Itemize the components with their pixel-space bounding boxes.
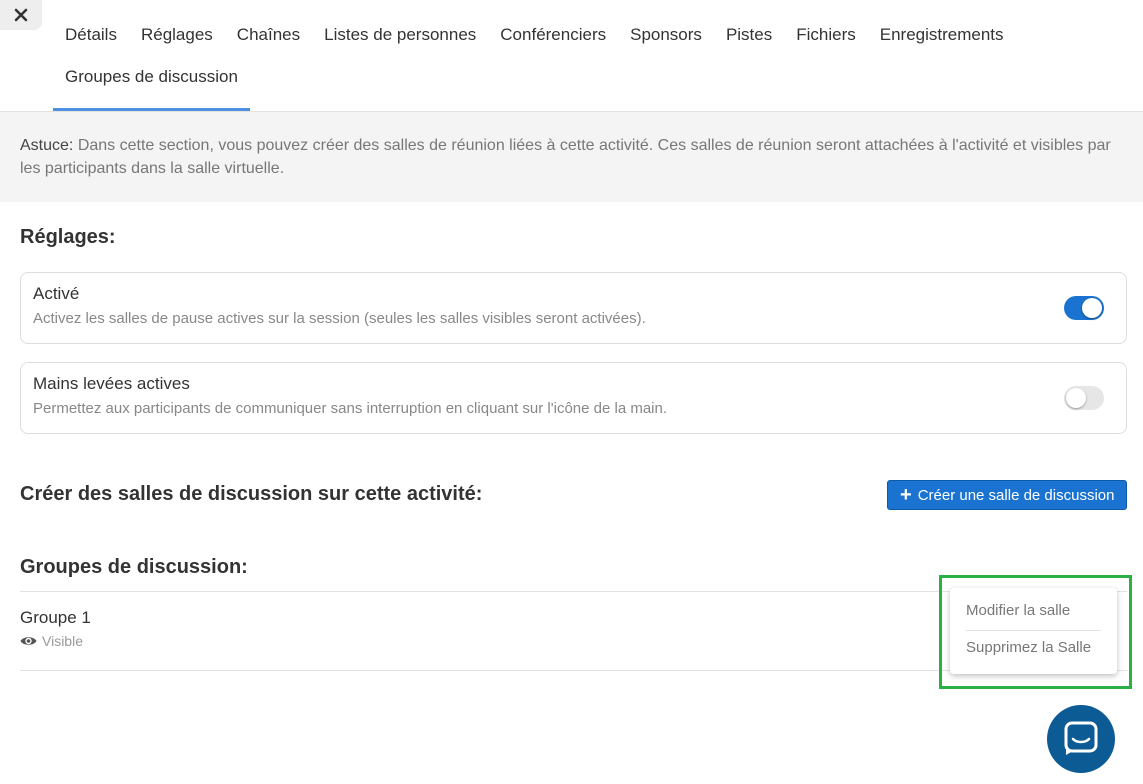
eye-icon bbox=[20, 637, 37, 645]
tab-files[interactable]: Fichiers bbox=[784, 0, 868, 49]
tab-discussion-groups[interactable]: Groupes de discussion bbox=[53, 49, 250, 111]
tab-channels[interactable]: Chaînes bbox=[225, 0, 312, 49]
setting-title: Activé bbox=[33, 284, 80, 303]
settings-title: Réglages: bbox=[20, 226, 116, 248]
edit-room-item[interactable]: Modifier la salle bbox=[966, 588, 1101, 630]
create-title: Créer des salles de discussion sur cette… bbox=[20, 483, 483, 505]
group-visibility: Visible bbox=[20, 633, 83, 649]
enabled-toggle[interactable] bbox=[1064, 296, 1104, 320]
tab-bar: Détails Réglages Chaînes Listes de perso… bbox=[53, 0, 1143, 111]
close-icon bbox=[14, 8, 28, 22]
setting-card-raised-hands: Mains levées actives Permettez aux parti… bbox=[20, 362, 1127, 434]
tab-row-2: Groupes de discussion bbox=[53, 49, 1143, 111]
create-room-button[interactable]: + Créer une salle de discussion bbox=[887, 480, 1127, 510]
toggle-knob bbox=[1066, 388, 1086, 408]
tip-text: Dans cette section, vous pouvez créer de… bbox=[20, 137, 1111, 177]
tip-prefix: Astuce: bbox=[20, 137, 74, 154]
setting-title: Mains levées actives bbox=[33, 374, 190, 393]
tab-settings[interactable]: Réglages bbox=[129, 0, 225, 49]
create-room-label: Créer une salle de discussion bbox=[917, 486, 1115, 504]
setting-card-enabled: Activé Activez les salles de pause activ… bbox=[20, 272, 1127, 344]
tab-speakers[interactable]: Conférenciers bbox=[488, 0, 618, 49]
tab-people-lists[interactable]: Listes de personnes bbox=[312, 0, 488, 49]
tab-details[interactable]: Détails bbox=[53, 0, 129, 49]
tab-tracks[interactable]: Pistes bbox=[714, 0, 784, 49]
delete-room-item[interactable]: Supprimez la Salle bbox=[966, 631, 1101, 673]
chat-icon bbox=[1064, 721, 1098, 755]
chat-launcher-button[interactable] bbox=[1047, 705, 1115, 773]
tip-banner: Astuce: Dans cette section, vous pouvez … bbox=[0, 112, 1143, 202]
setting-description: Activez les salles de pause actives sur … bbox=[33, 310, 646, 327]
visibility-label: Visible bbox=[42, 633, 83, 649]
toggle-knob bbox=[1082, 298, 1102, 318]
group-name: Groupe 1 bbox=[20, 608, 91, 627]
setting-description: Permettez aux participants de communique… bbox=[33, 400, 668, 417]
tab-recordings[interactable]: Enregistrements bbox=[868, 0, 1016, 49]
raised-hands-toggle[interactable] bbox=[1064, 386, 1104, 410]
groups-title: Groupes de discussion: bbox=[20, 556, 248, 578]
room-context-menu: Modifier la salle Supprimez la Salle bbox=[950, 588, 1117, 674]
tab-row: Détails Réglages Chaînes Listes de perso… bbox=[53, 0, 1143, 49]
tab-sponsors[interactable]: Sponsors bbox=[618, 0, 714, 49]
close-button[interactable] bbox=[0, 0, 42, 30]
plus-icon: + bbox=[900, 484, 912, 506]
